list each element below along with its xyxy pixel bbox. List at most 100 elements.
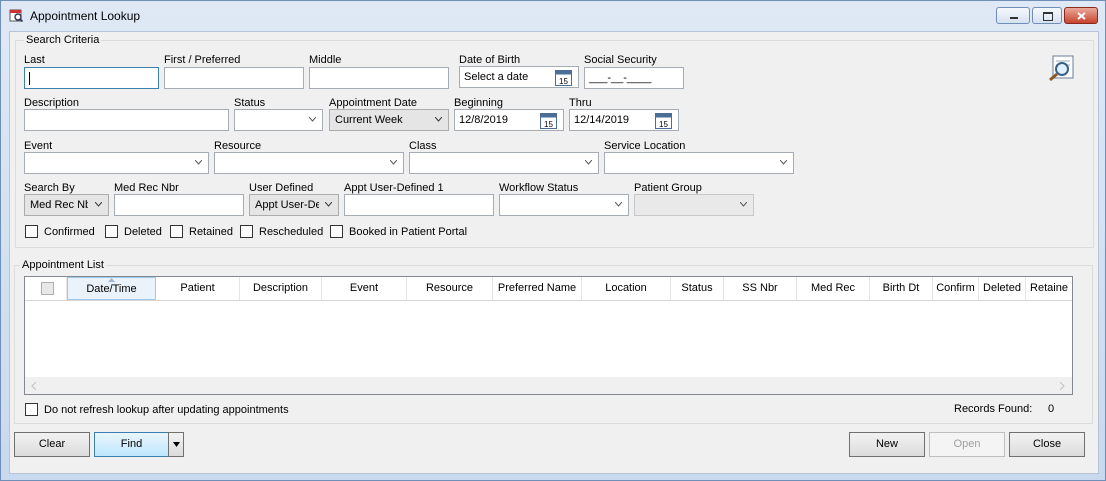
deleted-label[interactable]: Deleted (124, 226, 162, 238)
calendar-icon[interactable]: 15 (555, 69, 572, 86)
title-bar[interactable]: Appointment Lookup (1, 1, 1105, 31)
chevron-down-icon (95, 202, 102, 207)
booked-portal-checkbox[interactable] (330, 225, 343, 238)
chevron-down-icon (740, 202, 747, 207)
search-by-value: Med Rec Nbr (30, 199, 88, 211)
dob-label: Date of Birth (459, 54, 521, 66)
ssn-input[interactable]: ___-__-____ (584, 67, 684, 89)
appt-user-defined-1-input[interactable] (344, 194, 494, 216)
horizontal-scrollbar[interactable] (25, 377, 1072, 394)
appointment-grid[interactable]: Date/Time Patient Description Event Reso… (24, 276, 1073, 395)
find-dropdown-button[interactable] (168, 432, 184, 457)
magnifier-document-icon[interactable] (1047, 55, 1077, 82)
column-header-resource[interactable]: Resource (407, 277, 493, 300)
open-button-label: Open (953, 438, 981, 450)
close-window-button[interactable] (1064, 7, 1098, 24)
column-header-retained[interactable]: Retaine (1026, 277, 1072, 300)
column-header-med-rec[interactable]: Med Rec (797, 277, 870, 300)
deleted-checkbox[interactable] (105, 225, 118, 238)
confirmed-label[interactable]: Confirmed (44, 226, 95, 238)
booked-portal-label[interactable]: Booked in Patient Portal (349, 226, 467, 238)
search-by-select[interactable]: Med Rec Nbr (24, 194, 109, 216)
clear-button[interactable]: Clear (14, 432, 90, 457)
appt-user-defined-1-label: Appt User-Defined 1 (344, 182, 444, 194)
calendar-icon[interactable]: 15 (655, 112, 672, 129)
user-defined-label: User Defined (249, 182, 314, 194)
close-button-label: Close (1032, 438, 1062, 450)
calendar-icon[interactable]: 15 (540, 112, 557, 129)
column-header-ss-nbr[interactable]: SS Nbr (724, 277, 797, 300)
patient-group-select[interactable] (634, 194, 754, 216)
column-header-description[interactable]: Description (240, 277, 322, 300)
chevron-down-icon (435, 117, 442, 122)
chevron-left-icon[interactable] (31, 382, 39, 390)
column-header-preferred-name[interactable]: Preferred Name (493, 277, 582, 300)
triangle-down-icon (173, 442, 180, 447)
appointment-date-label: Appointment Date (329, 97, 418, 109)
workflow-status-select[interactable] (499, 194, 629, 216)
minimize-button[interactable] (996, 7, 1030, 24)
select-all-cell[interactable] (25, 277, 67, 300)
chevron-down-icon (585, 160, 592, 165)
chevron-down-icon (325, 202, 332, 207)
last-name-input[interactable] (24, 67, 159, 89)
dob-placeholder: Select a date (464, 71, 529, 83)
calendar-day-text: 15 (544, 120, 553, 129)
no-refresh-checkbox[interactable] (25, 403, 38, 416)
dob-date-picker[interactable]: Select a date 15 (459, 66, 579, 88)
chevron-down-icon (309, 117, 316, 122)
maximize-icon (1043, 12, 1053, 21)
column-header-deleted[interactable]: Deleted (979, 277, 1026, 300)
user-defined-value: Appt User-Defined 1 (255, 199, 319, 211)
beginning-date-value: 12/8/2019 (459, 114, 508, 126)
maximize-button[interactable] (1032, 7, 1062, 24)
retained-label[interactable]: Retained (189, 226, 233, 238)
column-header-patient[interactable]: Patient (156, 277, 240, 300)
class-label: Class (409, 140, 437, 152)
close-button[interactable]: Close (1009, 432, 1085, 457)
rescheduled-checkbox[interactable] (240, 225, 253, 238)
new-button[interactable]: New (849, 432, 925, 457)
select-all-checkbox[interactable] (41, 282, 54, 295)
chevron-right-icon[interactable] (1058, 382, 1066, 390)
med-rec-nbr-label: Med Rec Nbr (114, 182, 179, 194)
status-select[interactable] (234, 109, 323, 131)
user-defined-select[interactable]: Appt User-Defined 1 (249, 194, 339, 216)
no-refresh-label[interactable]: Do not refresh lookup after updating app… (44, 404, 289, 416)
column-header-confirm[interactable]: Confirm (933, 277, 979, 300)
confirmed-checkbox[interactable] (25, 225, 38, 238)
appointment-date-select[interactable]: Current Week (329, 109, 449, 131)
ssn-label: Social Security (584, 54, 657, 66)
chevron-down-icon (195, 160, 202, 165)
thru-date-picker[interactable]: 12/14/2019 15 (569, 109, 679, 131)
column-header-event[interactable]: Event (322, 277, 407, 300)
description-input[interactable] (24, 109, 229, 131)
service-location-select[interactable] (604, 152, 794, 174)
column-header-birth-dt[interactable]: Birth Dt (870, 277, 933, 300)
resource-label: Resource (214, 140, 262, 152)
sort-ascending-icon (108, 278, 115, 282)
med-rec-nbr-input[interactable] (114, 194, 244, 216)
first-preferred-label: First / Preferred (164, 54, 241, 66)
beginning-date-picker[interactable]: 12/8/2019 15 (454, 109, 564, 131)
resource-select[interactable] (214, 152, 404, 174)
find-button[interactable]: Find (94, 432, 169, 457)
chevron-down-icon (615, 202, 622, 207)
appointment-list-label: Appointment List (20, 259, 106, 271)
class-select[interactable] (409, 152, 599, 174)
retained-checkbox[interactable] (170, 225, 183, 238)
records-found-label: Records Found: (954, 403, 1033, 415)
event-select[interactable] (24, 152, 209, 174)
middle-name-input[interactable] (309, 67, 449, 89)
column-header-location[interactable]: Location (582, 277, 671, 300)
text-caret (29, 72, 30, 85)
rescheduled-label[interactable]: Rescheduled (259, 226, 323, 238)
open-button[interactable]: Open (929, 432, 1005, 457)
column-header-status[interactable]: Status (671, 277, 724, 300)
chevron-down-icon (780, 160, 787, 165)
service-location-label: Service Location (604, 140, 686, 152)
appointment-date-value: Current Week (335, 114, 403, 126)
first-name-input[interactable] (164, 67, 304, 89)
calendar-day-text: 15 (659, 120, 668, 129)
find-button-label: Find (120, 438, 143, 450)
